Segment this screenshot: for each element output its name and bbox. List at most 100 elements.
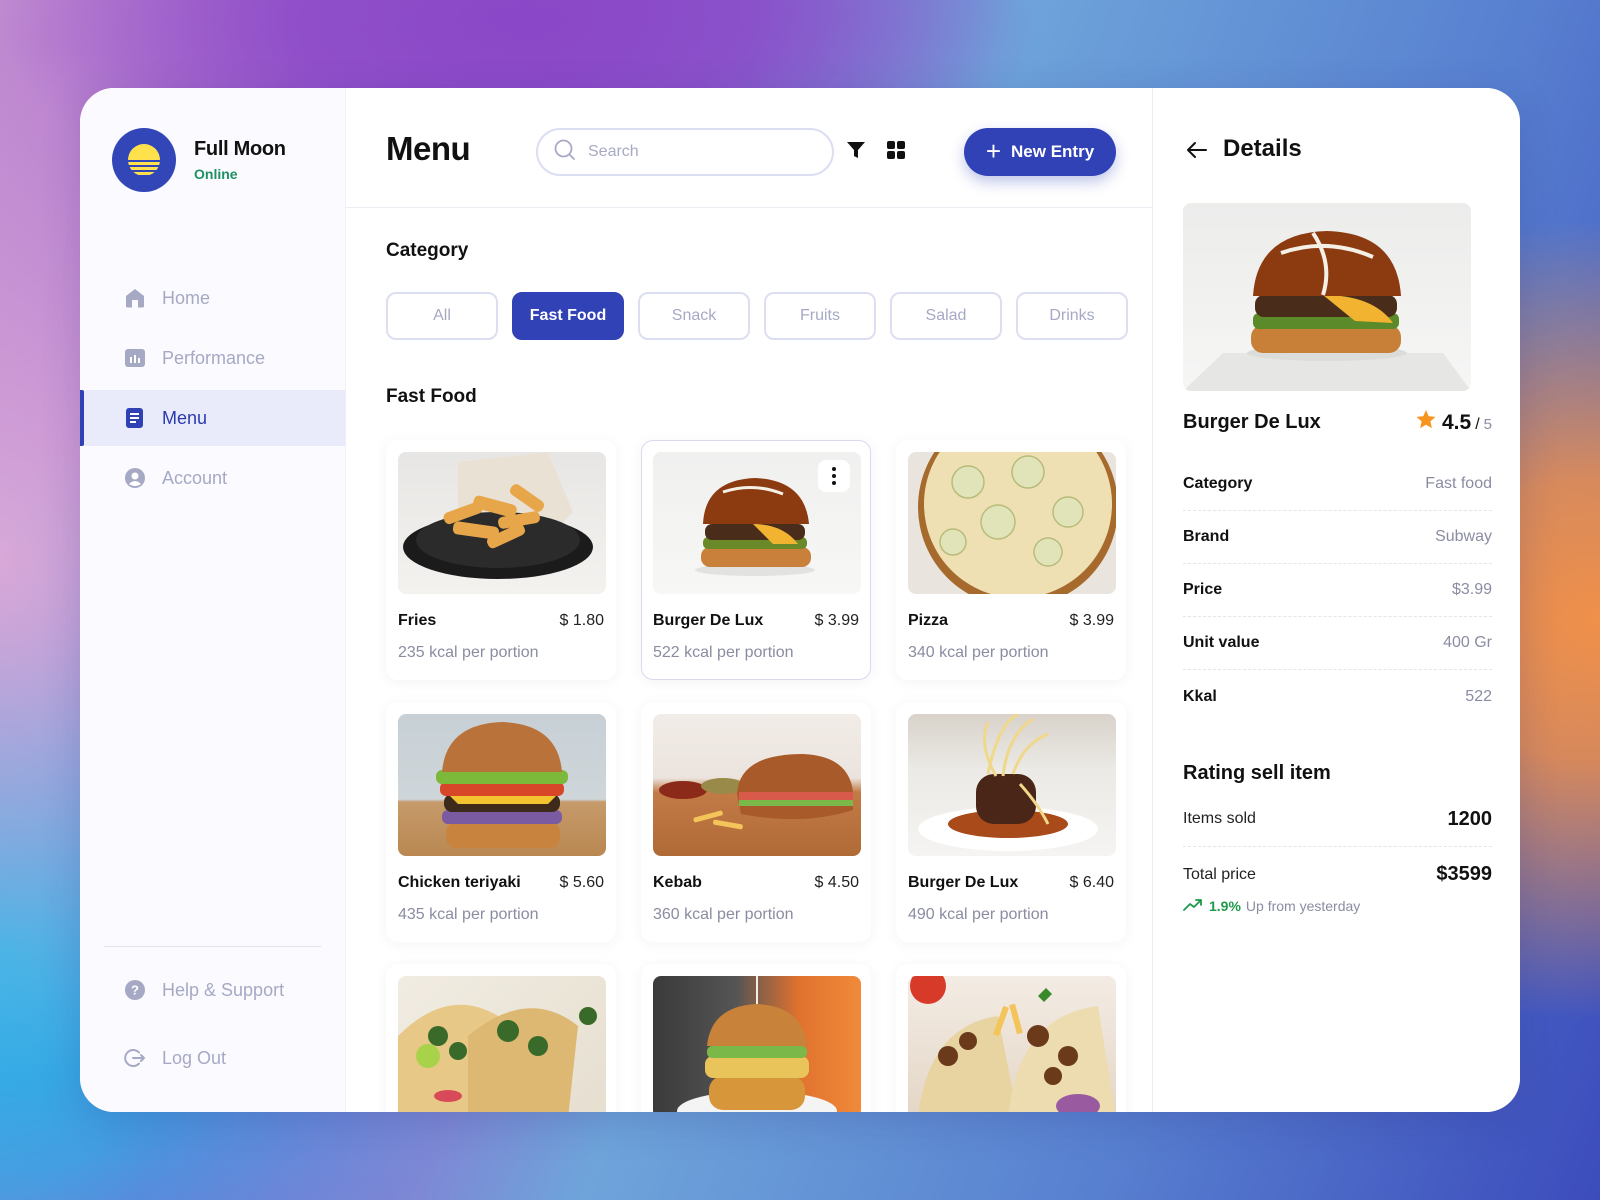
item-name: Fries xyxy=(398,612,437,629)
sidebar-item-menu[interactable]: Menu xyxy=(80,390,345,446)
menu-card[interactable]: Fries $ 1.80 235 kcal per portion xyxy=(386,440,616,680)
item-name: Kebab xyxy=(653,874,702,891)
rating-max: 5 xyxy=(1483,416,1492,433)
category-filter: All Fast Food Snack Fruits Salad Drinks xyxy=(386,292,1128,340)
total-price-value: $3599 xyxy=(1436,863,1492,885)
sidebar-item-label: Performance xyxy=(162,347,266,368)
item-name: Pizza xyxy=(908,612,949,629)
brand: Full Moon Online xyxy=(112,128,286,192)
help-support-link[interactable]: ? Help & Support xyxy=(80,958,345,1022)
plus-icon: + xyxy=(985,136,1002,166)
new-entry-label: New Entry xyxy=(1011,142,1095,161)
back-button[interactable] xyxy=(1183,138,1211,166)
page-title: Menu xyxy=(386,130,471,167)
svg-text:?: ? xyxy=(131,983,139,998)
sidebar-item-home[interactable]: Home xyxy=(80,270,345,326)
item-kcal: 490 kcal per portion xyxy=(908,906,1049,923)
info-row-kkal: Kkal 522 xyxy=(1183,687,1492,705)
menu-card-selected[interactable]: Burger De Lux $ 3.99 522 kcal per portion xyxy=(641,440,871,680)
sidebar-item-label: Account xyxy=(162,467,228,488)
trend-text: Up from yesterday xyxy=(1245,898,1361,914)
logo-icon xyxy=(112,128,176,192)
item-price: $ 6.40 xyxy=(1069,874,1114,891)
details-item-name: Burger De Lux xyxy=(1183,411,1321,433)
food-image xyxy=(908,452,1116,594)
filter-icon xyxy=(847,141,865,164)
trend-percent: 1.9% xyxy=(1209,898,1241,914)
listing-heading: Fast Food xyxy=(386,386,477,407)
category-heading: Category xyxy=(386,240,469,261)
chip-all[interactable]: All xyxy=(386,292,498,340)
items-sold-value: 1200 xyxy=(1447,807,1493,830)
app-window: Full Moon Online Home Performance Menu A… xyxy=(80,88,1520,1112)
menu-card[interactable] xyxy=(386,964,616,1112)
new-entry-button[interactable]: + New Entry xyxy=(964,128,1116,176)
search-bar[interactable] xyxy=(536,128,834,176)
food-image xyxy=(398,976,606,1112)
brand-name: Full Moon xyxy=(194,138,286,160)
menu-card[interactable] xyxy=(641,964,871,1112)
logout-icon xyxy=(124,1047,146,1069)
more-options-button[interactable] xyxy=(818,460,850,492)
trend-indicator: 1.9% Up from yesterday xyxy=(1183,898,1360,914)
more-icon xyxy=(832,467,836,471)
chart-icon xyxy=(124,347,146,369)
food-image xyxy=(653,714,861,856)
sidebar-item-account[interactable]: Account xyxy=(80,450,345,506)
chip-fruits[interactable]: Fruits xyxy=(764,292,876,340)
sidebar-item-label: Help & Support xyxy=(162,979,285,1000)
menu-card[interactable]: Chicken teriyaki $ 5.60 435 kcal per port… xyxy=(386,702,616,942)
sidebar-item-label: Log Out xyxy=(162,1047,227,1068)
item-price: $ 3.99 xyxy=(1069,612,1114,629)
menu-card[interactable]: Burger De Lux $ 6.40 490 kcal per portion xyxy=(896,702,1126,942)
header: Menu + New Entry xyxy=(346,88,1152,208)
star-icon xyxy=(1416,410,1436,434)
info-row-brand: Brand Subway xyxy=(1183,511,1492,564)
filter-button[interactable] xyxy=(844,140,868,164)
stat-items-sold: Items sold 1200 xyxy=(1183,792,1492,847)
item-price: $ 4.50 xyxy=(814,874,859,891)
chip-fast-food[interactable]: Fast Food xyxy=(512,292,624,340)
item-kcal: 435 kcal per portion xyxy=(398,906,539,923)
sales-stats: Items sold 1200 Total price $3599 xyxy=(1183,792,1492,902)
menu-card[interactable]: Kebab $ 4.50 360 kcal per portion xyxy=(641,702,871,942)
chip-salad[interactable]: Salad xyxy=(890,292,1002,340)
chip-snack[interactable]: Snack xyxy=(638,292,750,340)
search-icon xyxy=(554,139,576,166)
item-kcal: 235 kcal per portion xyxy=(398,644,539,661)
stats-heading: Rating sell item xyxy=(1183,762,1331,784)
food-image xyxy=(398,714,606,856)
food-image xyxy=(653,976,861,1112)
sidebar-item-performance[interactable]: Performance xyxy=(80,330,345,386)
rating-value: 4.5 xyxy=(1442,411,1472,434)
item-name: Chicken teriyaki xyxy=(398,874,521,891)
item-name: Burger De Lux xyxy=(908,874,1019,891)
user-icon xyxy=(124,467,146,489)
info-row-price: Price $3.99 xyxy=(1183,564,1492,617)
item-name: Burger De Lux xyxy=(653,612,764,629)
search-input[interactable] xyxy=(588,143,808,161)
sidebar-bottom-nav: ? Help & Support Log Out xyxy=(80,958,345,1094)
grid-view-button[interactable] xyxy=(884,140,908,164)
food-image xyxy=(908,714,1116,856)
grid-icon xyxy=(887,140,905,164)
sidebar: Full Moon Online Home Performance Menu A… xyxy=(80,88,346,1112)
menu-card[interactable] xyxy=(896,964,1126,1112)
online-status: Online xyxy=(194,166,238,182)
menu-card[interactable]: Pizza $ 3.99 340 kcal per portion xyxy=(896,440,1126,680)
home-icon xyxy=(124,287,146,309)
details-panel: Details Burger De Lux 4.5 / 5 Category F… xyxy=(1152,88,1520,1112)
item-kcal: 340 kcal per portion xyxy=(908,644,1049,661)
sidebar-nav: Home Performance Menu Account xyxy=(80,270,345,510)
info-row-category: Category Fast food xyxy=(1183,458,1492,511)
item-price: $ 3.99 xyxy=(814,612,859,629)
sidebar-item-label: Home xyxy=(162,287,211,308)
rating: 4.5 / 5 xyxy=(1416,410,1492,435)
details-info-list: Category Fast food Brand Subway Price $3.99… xyxy=(1183,458,1492,723)
help-icon: ? xyxy=(124,979,146,1001)
main-content: Menu + New Entry Categ xyxy=(346,88,1152,1112)
arrow-left-icon xyxy=(1186,141,1208,164)
food-image xyxy=(908,976,1116,1112)
chip-drinks[interactable]: Drinks xyxy=(1016,292,1128,340)
logout-button[interactable]: Log Out xyxy=(80,1026,345,1090)
